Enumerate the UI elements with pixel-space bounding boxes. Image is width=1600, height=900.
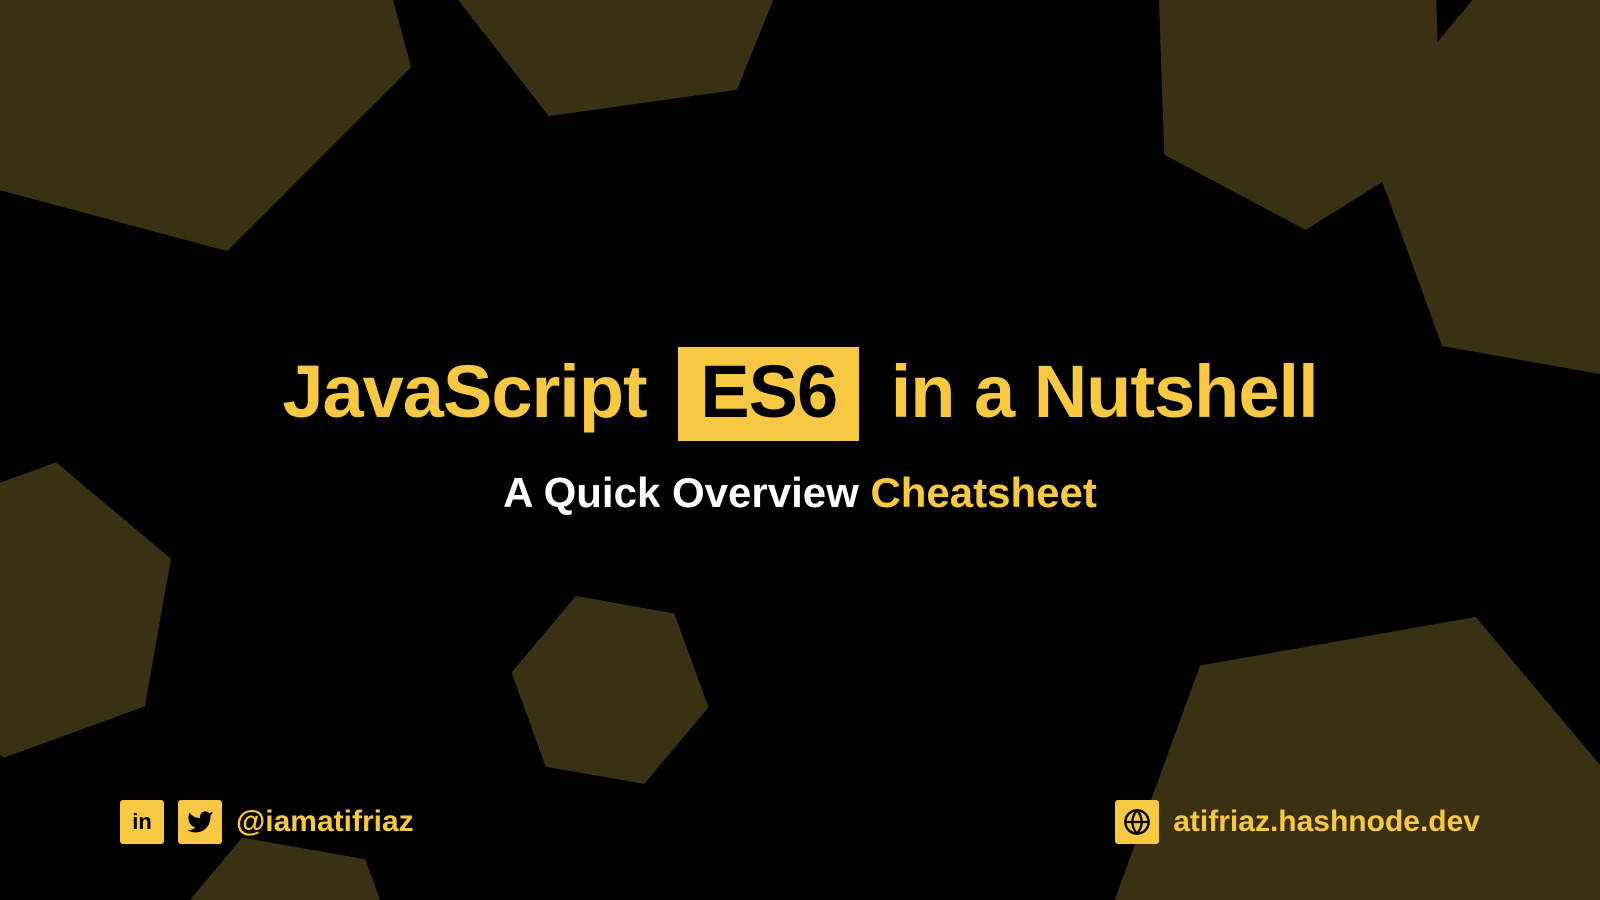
twitter-icon — [178, 800, 222, 844]
main-content: JavaScript ES6 in a Nutshell A Quick Ove… — [0, 0, 1600, 882]
website-group: atifriaz.hashnode.dev — [1115, 800, 1480, 844]
subtitle-part1: A Quick Overview — [503, 469, 859, 516]
social-handle: @iamatifriaz — [236, 805, 414, 839]
subtitle: A Quick Overview Cheatsheet — [503, 469, 1097, 517]
globe-icon — [1115, 800, 1159, 844]
main-title: JavaScript ES6 in a Nutshell — [282, 347, 1317, 440]
social-handle-group: in @iamatifriaz — [120, 800, 414, 844]
title-highlight-box: ES6 — [678, 347, 859, 440]
title-part1: JavaScript — [282, 350, 646, 433]
subtitle-accent: Cheatsheet — [870, 469, 1096, 516]
linkedin-icon: in — [120, 800, 164, 844]
website-url: atifriaz.hashnode.dev — [1173, 805, 1480, 839]
title-part2: in a Nutshell — [891, 350, 1318, 433]
footer: in @iamatifriaz atifriaz.hashnode.dev — [0, 800, 1600, 844]
